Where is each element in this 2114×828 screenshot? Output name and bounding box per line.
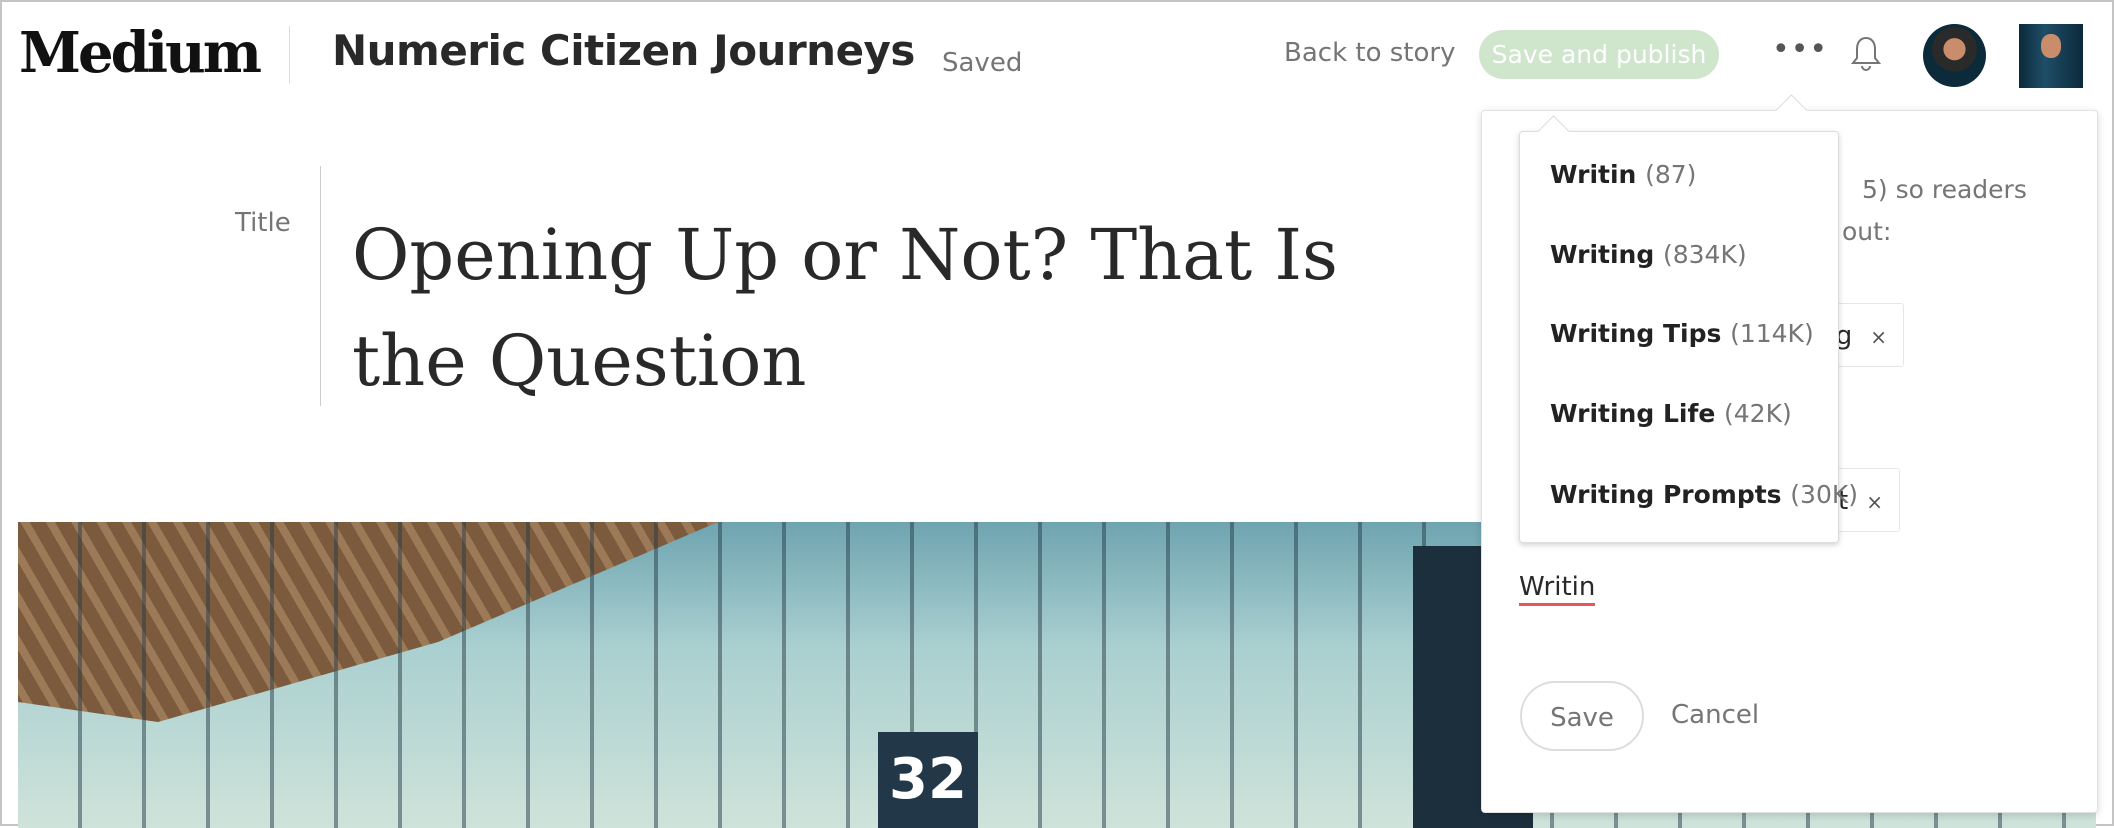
divider [289,26,290,84]
bell-icon[interactable] [1850,34,1882,78]
suggestion-count: (114K) [1730,319,1814,348]
suggestion-name: Writin [1550,160,1637,189]
suggestion-count: (87) [1645,160,1697,189]
title-label: Title [235,208,291,238]
save-status: Saved [942,48,1023,78]
suggestion-count: (30K) [1790,480,1858,509]
suggestion-name: Writing [1550,240,1655,269]
save-and-publish-button[interactable]: Save and publish [1479,30,1719,79]
gate-sign: 32 [878,732,978,828]
suggestion-count: (834K) [1662,240,1747,269]
suggestion-item[interactable]: Writing Life (42K) [1550,399,1792,428]
back-to-story-link[interactable]: Back to story [1284,38,1455,68]
medium-logo[interactable]: Medium [19,20,262,86]
suggestion-item[interactable]: Writin (87) [1550,160,1696,189]
more-icon[interactable]: ••• [1772,32,1828,67]
title-marker-line [320,166,321,406]
suggestion-name: Writing Prompts [1550,480,1782,509]
intro-fragment: out: [1842,217,1892,246]
suggestion-count: (42K) [1724,399,1792,428]
cancel-button[interactable]: Cancel [1671,700,1759,730]
story-headline[interactable]: Opening Up or Not? That Is the Question [352,202,1452,414]
save-button[interactable]: Save [1520,681,1644,751]
suggestion-name: Writing Tips [1550,319,1722,348]
profile-avatar[interactable] [2019,24,2083,88]
intro-fragment: 5) so readers [1862,175,2027,204]
suggestion-name: Writing Life [1550,399,1716,428]
avatar[interactable] [1923,24,1986,87]
suggestion-item[interactable]: Writing Prompts (30K) [1550,480,1858,509]
suggestion-item[interactable]: Writing (834K) [1550,240,1747,269]
publication-name[interactable]: Numeric Citizen Journeys [332,26,915,75]
suggestion-item[interactable]: Writing Tips (114K) [1550,319,1814,348]
topic-input[interactable]: Writin [1519,572,1596,606]
remove-chip-icon[interactable]: × [1870,325,1887,349]
topic-suggestions-dropdown: Writin (87) Writing (834K) Writing Tips … [1519,115,1858,543]
panel-caret [1775,94,1808,127]
remove-chip-icon[interactable]: × [1866,490,1883,514]
